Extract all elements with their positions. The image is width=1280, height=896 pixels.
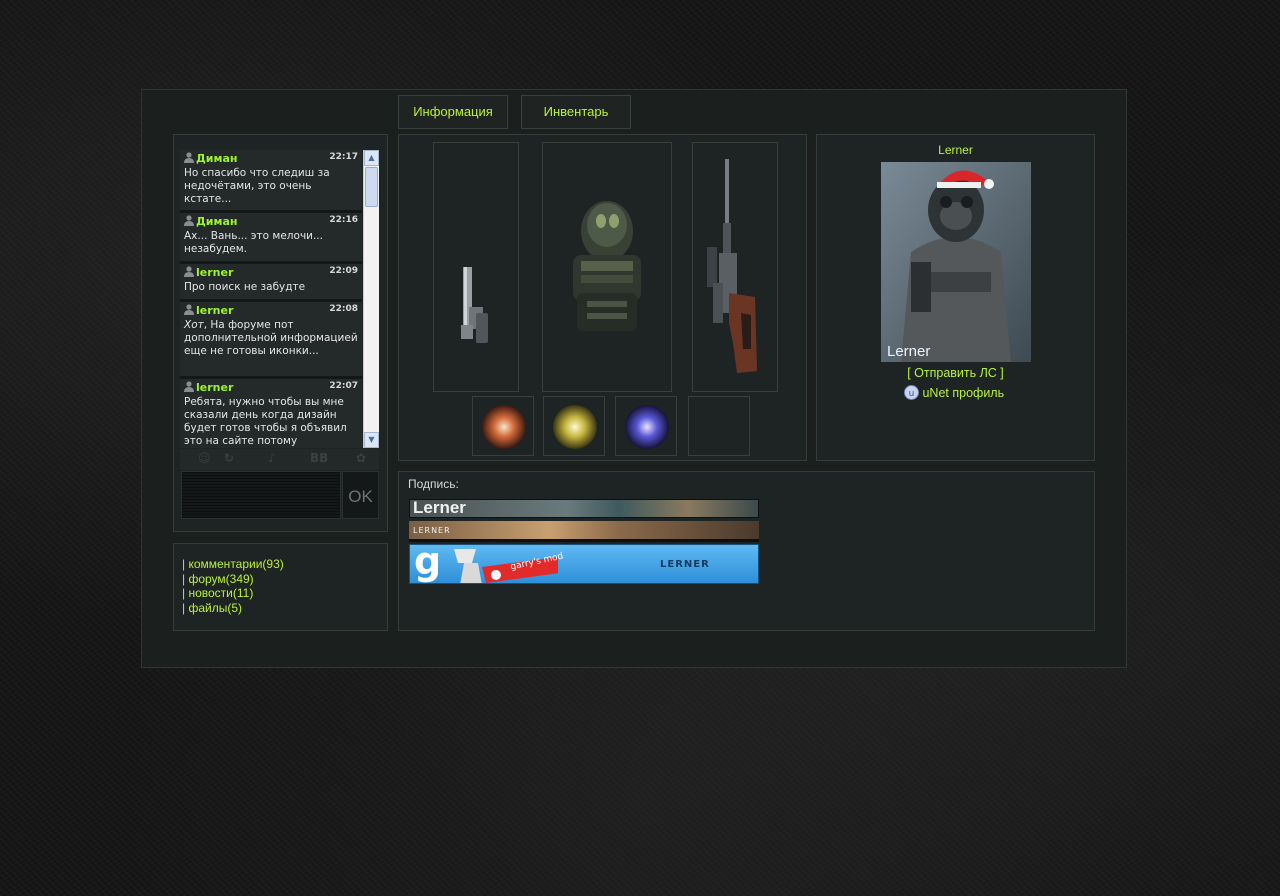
chat-time: 22:07 (329, 381, 358, 391)
unet-icon: u (904, 385, 919, 400)
signature-banner-1[interactable]: Lerner (409, 499, 759, 518)
unet-profile-label: uNet профиль (922, 386, 1005, 400)
chat-author[interactable]: lerner (196, 304, 233, 317)
avatar: Lerner (881, 162, 1031, 362)
artifact-slot-2[interactable] (543, 396, 605, 456)
sniper-rifle-icon (707, 159, 757, 373)
chat-message: lerner 22:09 Про поиск не забудте (180, 264, 362, 302)
chat-text: Ребята, нужно чтобы вы мне сказали день … (184, 396, 347, 447)
pistol-slot[interactable] (433, 142, 519, 392)
artifact-slot-3[interactable] (615, 396, 677, 456)
link-row: | новости(11) (182, 586, 387, 601)
user-icon (184, 152, 194, 163)
smile-icon[interactable]: ☺ (198, 451, 211, 465)
scroll-up-icon[interactable]: ▲ (364, 150, 379, 166)
send-pm-link[interactable]: [ Отправить ЛС ] (816, 366, 1095, 380)
chat-text: Ах... Вань... это мелочи... незабудем. (184, 230, 323, 255)
activity-links: | комментарии(93) | форум(349) | новости… (173, 543, 388, 631)
chat-message: Диман 22:16 Ах... Вань... это мелочи... … (180, 213, 362, 264)
chat-text: Про поиск не забудте (184, 281, 306, 293)
sound-icon[interactable]: ♪ (268, 451, 276, 465)
chat-time: 22:17 (329, 152, 358, 162)
chat-toolbar: ☺ ↻ ♪ BB ✿ (180, 449, 379, 470)
banner-title: LERNER (660, 559, 710, 570)
svg-text:u: u (909, 389, 915, 399)
chat-text: , На форуме пот дополнительной информаци… (184, 319, 358, 357)
user-icon (184, 266, 194, 277)
chat-message: lerner 22:08 Хот, На форуме пот дополнит… (180, 302, 362, 379)
user-icon (184, 381, 194, 392)
chat-time: 22:08 (329, 304, 358, 314)
chat-message: lerner 22:07 Ребята, нужно чтобы вы мне … (180, 379, 362, 448)
chat-time: 22:16 (329, 215, 358, 225)
armor-slot[interactable] (542, 142, 672, 392)
armor-suit-icon (573, 201, 641, 331)
chat-message-input[interactable] (181, 471, 341, 519)
pistol-icon (461, 267, 488, 343)
user-icon (184, 215, 194, 226)
chat-message: Диман 22:17 Но спасибо что следиш за нед… (180, 150, 362, 213)
chat-author[interactable]: Диман (196, 215, 238, 228)
signature-banner-3[interactable]: g garry's mod LERNER (409, 544, 759, 584)
files-link[interactable]: файлы(5) (188, 601, 242, 615)
chat-scrollbar[interactable]: ▲ ▼ (363, 150, 379, 448)
gravity-artifact-icon (625, 405, 669, 449)
chat-message-list: Диман 22:17 Но спасибо что следиш за нед… (180, 150, 362, 448)
bbcode-icon[interactable]: BB (310, 451, 328, 465)
rifle-slot[interactable] (692, 142, 778, 392)
signature-label: Подпись: (408, 477, 459, 491)
fire-artifact-icon (482, 405, 526, 449)
artifact-slot-4[interactable] (688, 396, 750, 456)
forum-link[interactable]: форум(349) (188, 572, 253, 586)
link-row: | файлы(5) (182, 601, 387, 616)
artifact-slot-1[interactable] (472, 396, 534, 456)
chat-time: 22:09 (329, 266, 358, 276)
avatar-caption: Lerner (887, 343, 930, 360)
electric-artifact-icon (553, 405, 597, 449)
chat-text: Но спасибо что следиш за недочётами, это… (184, 167, 330, 205)
scroll-thumb[interactable] (365, 167, 378, 207)
refresh-icon[interactable]: ↻ (224, 451, 234, 465)
chat-send-button[interactable]: OK (342, 471, 379, 519)
user-icon (184, 304, 194, 315)
chat-author[interactable]: lerner (196, 266, 233, 279)
banner-title: LERNER (413, 526, 451, 535)
link-row: | форум(349) (182, 572, 387, 587)
profile-username: Lerner (938, 143, 973, 157)
chat-author[interactable]: Диман (196, 152, 238, 165)
unet-profile-link[interactable]: u uNet профиль (904, 385, 1004, 400)
tab-information[interactable]: Информация (398, 95, 508, 129)
news-link[interactable]: новости(11) (188, 586, 253, 600)
comments-link[interactable]: комментарии(93) (188, 557, 283, 571)
scroll-down-icon[interactable]: ▼ (364, 432, 379, 448)
link-row: | комментарии(93) (182, 557, 387, 572)
banner-title: Lerner (413, 499, 466, 517)
tab-inventory[interactable]: Инвентарь (521, 95, 631, 129)
chat-mention[interactable]: Хот (184, 319, 204, 331)
chat-text-wrap: Хот, На форуме пот дополнительной информ… (184, 319, 358, 358)
chat-author[interactable]: lerner (196, 381, 233, 394)
signature-banner-2[interactable]: LERNER (409, 521, 759, 542)
settings-icon[interactable]: ✿ (356, 451, 366, 465)
